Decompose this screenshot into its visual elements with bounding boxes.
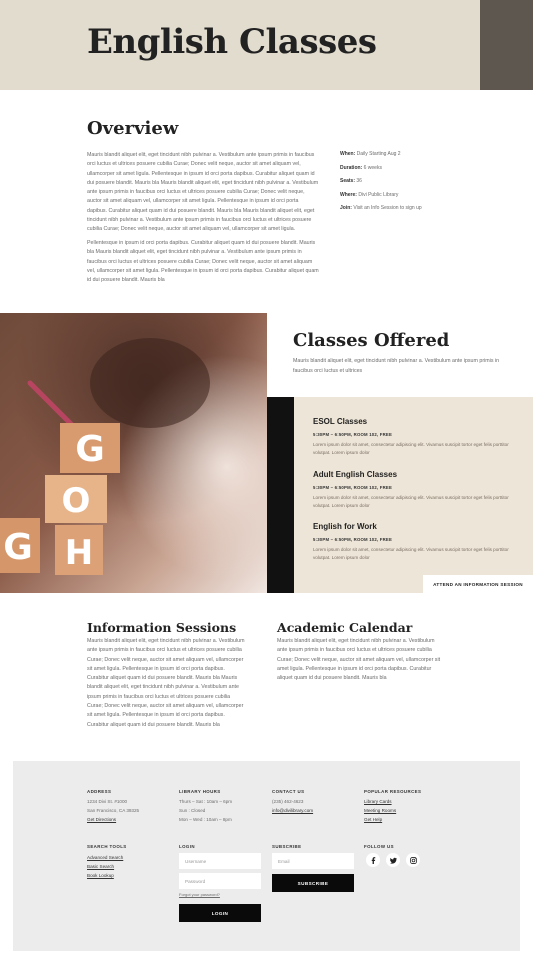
classes-intro: Mauris blandit aliquet elit, eget tincid… xyxy=(293,358,500,374)
book-lookup-link[interactable]: Book Lookup xyxy=(87,871,123,880)
detail-value: 6 weeks xyxy=(363,164,382,171)
overview-heading: Overview xyxy=(87,118,179,139)
login-button[interactable]: LOGIN xyxy=(179,904,261,922)
academic-calendar-heading: Academic Calendar xyxy=(277,620,413,635)
detail-value: Divi Public Library xyxy=(358,191,399,198)
hours-line: Mon – Wed : 10am – 8pm xyxy=(179,817,232,822)
basic-search-link[interactable]: Basic Search xyxy=(87,862,123,871)
class-time: 5:30PM – 6:50PM, ROOM 102, FREE xyxy=(313,537,393,542)
class-name: ESOL Classes xyxy=(313,417,368,426)
library-cards-link[interactable]: Library Cards xyxy=(364,797,396,806)
hero-accent-block xyxy=(480,0,533,90)
password-input[interactable]: Password xyxy=(179,873,261,889)
class-item: Adult English Classes 5:30PM – 6:50PM, R… xyxy=(313,470,513,510)
page-title: English Classes xyxy=(87,22,377,62)
block-letter: G xyxy=(3,527,33,568)
detail-when: When: Daily Starting Aug 2 xyxy=(340,151,490,157)
advanced-search-link[interactable]: Advanced Search xyxy=(87,853,123,862)
info-sessions-heading: Information Sessions xyxy=(87,620,237,635)
class-time: 5:30PM – 6:50PM, ROOM 102, FREE xyxy=(313,485,393,490)
subscribe-heading: SUBSCRIBE xyxy=(272,844,302,849)
get-directions-link[interactable]: Get Directions xyxy=(87,815,139,824)
class-time: 5:30PM – 6:50PM, ROOM 102, FREE xyxy=(313,432,393,437)
address-block: 1234 Divi St. #1000 San Francisco, CA 39… xyxy=(87,797,139,824)
address-line: 1234 Divi St. #1000 xyxy=(87,799,128,804)
hours-block: Thurs – Sat : 10am – 6pm Sun : Closed Mo… xyxy=(179,797,232,824)
detail-label: When: xyxy=(340,151,356,157)
hours-heading: LIBRARY HOURS xyxy=(179,789,221,794)
class-details: When: Daily Starting Aug 2 Duration: 6 w… xyxy=(340,151,490,219)
subscribe-email-input[interactable]: Email xyxy=(272,853,354,869)
detail-join: Join: Visit an Info Session to sign up xyxy=(340,205,490,211)
resources-heading: POPULAR RESOURCES xyxy=(364,789,422,794)
info-sessions-text: Mauris blandit aliquet elit, eget tincid… xyxy=(87,638,245,728)
detail-label: Where: xyxy=(340,191,357,198)
twitter-icon[interactable] xyxy=(386,853,400,867)
detail-seats: Seats: 36 xyxy=(340,178,490,184)
username-input[interactable]: Username xyxy=(179,853,261,869)
contact-phone: (235) 462-4623 xyxy=(272,799,304,804)
attend-session-button[interactable]: ATTEND AN INFORMATION SESSION xyxy=(423,575,533,593)
get-help-link[interactable]: Get Help xyxy=(364,815,396,824)
subscribe-button[interactable]: SUBSCRIBE xyxy=(272,874,354,892)
overview-paragraph: Pellentesque in ipsum id orci porta dapi… xyxy=(87,240,319,284)
detail-value: Daily Starting Aug 2 xyxy=(356,151,401,157)
detail-value: 36 xyxy=(356,178,362,184)
class-name: Adult English Classes xyxy=(313,470,398,479)
hero-banner: English Classes xyxy=(0,0,533,90)
academic-calendar-text: Mauris blandit aliquet elit, eget tincid… xyxy=(277,638,441,682)
address-line: San Francisco, CA 39325 xyxy=(87,808,140,813)
hours-line: Sun : Closed xyxy=(179,808,206,813)
contact-block: (235) 462-4623 info@divilibrary.com xyxy=(272,797,313,815)
accent-bar xyxy=(267,397,294,593)
class-description: Lorem ipsum dolor sit amet, consectetur … xyxy=(313,442,509,455)
class-item: English for Work 5:30PM – 6:50PM, ROOM 1… xyxy=(313,522,513,562)
address-heading: ADDRESS xyxy=(87,789,112,794)
classes-panel: ESOL Classes 5:30PM – 6:50PM, ROOM 102, … xyxy=(294,397,533,593)
detail-label: Duration: xyxy=(340,164,363,171)
resources-links: Library Cards Meeting Rooms Get Help xyxy=(364,797,396,824)
detail-value: Visit an Info Session to sign up xyxy=(353,205,422,211)
search-tools-heading: SEARCH TOOLS xyxy=(87,844,127,849)
login-heading: LOGIN xyxy=(179,844,195,849)
block-letter: H xyxy=(65,533,93,573)
contact-email-link[interactable]: info@divilibrary.com xyxy=(272,806,313,815)
detail-label: Join: xyxy=(340,205,352,211)
detail-duration: Duration: 6 weeks xyxy=(340,165,490,171)
block-letter: G xyxy=(75,429,105,470)
detail-where: Where: Divi Public Library xyxy=(340,192,490,198)
class-description: Lorem ipsum dolor sit amet, consectetur … xyxy=(313,495,509,508)
instagram-icon[interactable] xyxy=(406,853,420,867)
footer: ADDRESS 1234 Divi St. #1000 San Francisc… xyxy=(13,761,520,951)
detail-label: Seats: xyxy=(340,178,356,184)
block-letter: O xyxy=(62,481,91,521)
class-description: Lorem ipsum dolor sit amet, consectetur … xyxy=(313,547,509,560)
classes-heading: Classes Offered xyxy=(293,330,450,351)
facebook-icon[interactable] xyxy=(366,853,380,867)
forgot-password-link[interactable]: Forgot your password? xyxy=(179,891,220,899)
letter-blocks-photo: G O G H xyxy=(0,313,267,593)
search-tools-links: Advanced Search Basic Search Book Lookup xyxy=(87,853,123,880)
class-name: English for Work xyxy=(313,522,377,531)
overview-paragraph: Mauris blandit aliquet elit, eget tincid… xyxy=(87,152,319,233)
hours-line: Thurs – Sat : 10am – 6pm xyxy=(179,799,233,804)
photo-illustration: G O G H xyxy=(0,313,267,593)
meeting-rooms-link[interactable]: Meeting Rooms xyxy=(364,806,396,815)
forgot-password-wrap: Forgot your password? xyxy=(179,891,220,899)
contact-heading: CONTACT US xyxy=(272,789,305,794)
class-item: ESOL Classes 5:30PM – 6:50PM, ROOM 102, … xyxy=(313,417,513,457)
follow-heading: FOLLOW US xyxy=(364,844,394,849)
